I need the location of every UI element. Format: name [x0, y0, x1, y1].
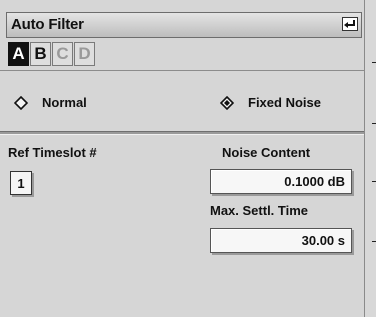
tab-d[interactable]: D: [74, 42, 95, 66]
radio-unselected-icon: [14, 95, 28, 110]
return-arrow-icon[interactable]: [342, 17, 358, 31]
ref-timeslot-field[interactable]: 1: [10, 171, 32, 195]
radio-fixed-noise-label: Fixed Noise: [248, 95, 321, 110]
tab-strip: A B C D: [8, 42, 96, 66]
softkey-marker: [372, 62, 376, 63]
ref-timeslot-label: Ref Timeslot #: [8, 145, 97, 160]
divider: [0, 70, 364, 71]
tab-a[interactable]: A: [8, 42, 29, 66]
radio-normal[interactable]: Normal: [14, 95, 87, 110]
softkey-marker: [372, 123, 376, 124]
section-separator: [0, 131, 364, 135]
noise-content-label: Noise Content: [222, 145, 311, 160]
softkey-marker: [372, 181, 376, 182]
tab-c[interactable]: C: [52, 42, 73, 66]
radio-normal-label: Normal: [42, 95, 87, 110]
panel-title: Auto Filter: [11, 16, 84, 33]
noise-content-field[interactable]: 0.1000 dB: [210, 169, 352, 194]
radio-selected-icon: [220, 95, 234, 110]
tab-b[interactable]: B: [30, 42, 51, 66]
softkey-marker: [372, 241, 376, 242]
title-bar: Auto Filter: [6, 12, 362, 38]
radio-fixed-noise[interactable]: Fixed Noise: [220, 95, 321, 110]
max-settl-time-field[interactable]: 30.00 s: [210, 228, 352, 253]
max-settl-time-label: Max. Settl. Time: [210, 203, 309, 218]
auto-filter-panel: Auto Filter A B C D Normal Fixed Noise R…: [0, 0, 365, 317]
